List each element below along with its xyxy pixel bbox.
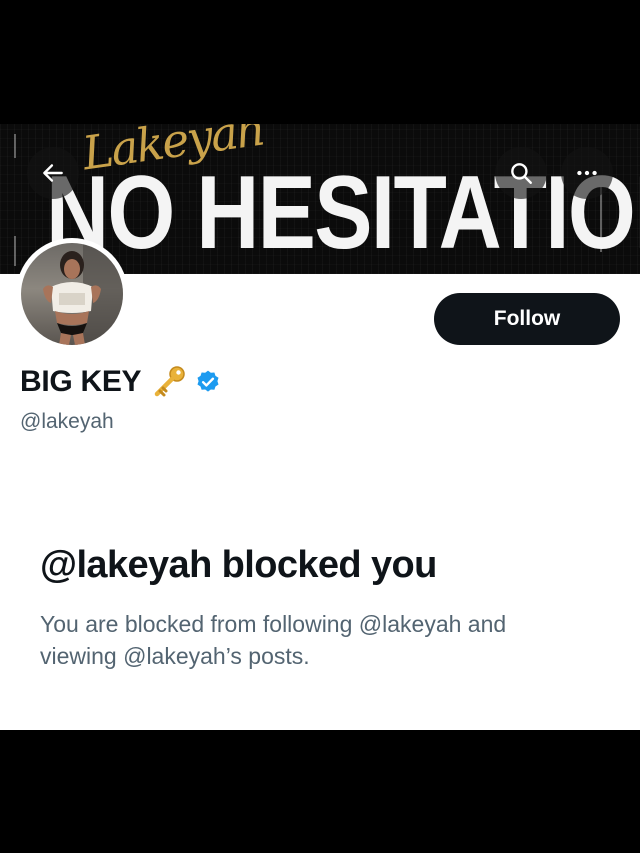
banner-line (14, 134, 16, 158)
banner-line (14, 236, 16, 266)
profile-handle: @lakeyah (20, 410, 114, 433)
search-icon (511, 163, 532, 184)
avatar-image (21, 243, 123, 345)
follow-button[interactable]: Follow (434, 293, 620, 345)
name-row: BIG KEY (20, 362, 221, 402)
avatar[interactable] (16, 238, 128, 350)
back-button[interactable] (27, 147, 79, 199)
banner-headline: NO HESITATION (46, 155, 640, 271)
display-name: BIG KEY (20, 365, 142, 398)
more-horizontal-icon (577, 170, 597, 176)
arrow-left-icon (43, 164, 63, 182)
blocked-description: You are blocked from following @lakeyah … (40, 611, 507, 669)
verified-badge-icon (197, 370, 219, 392)
search-button[interactable] (495, 147, 547, 199)
bottom-black-bar (0, 730, 640, 853)
person-photo-icon (43, 243, 123, 345)
key-icon (155, 366, 186, 397)
top-black-bar (0, 0, 640, 124)
blocked-title: @lakeyah blocked you (40, 544, 437, 586)
more-button[interactable] (561, 147, 613, 199)
